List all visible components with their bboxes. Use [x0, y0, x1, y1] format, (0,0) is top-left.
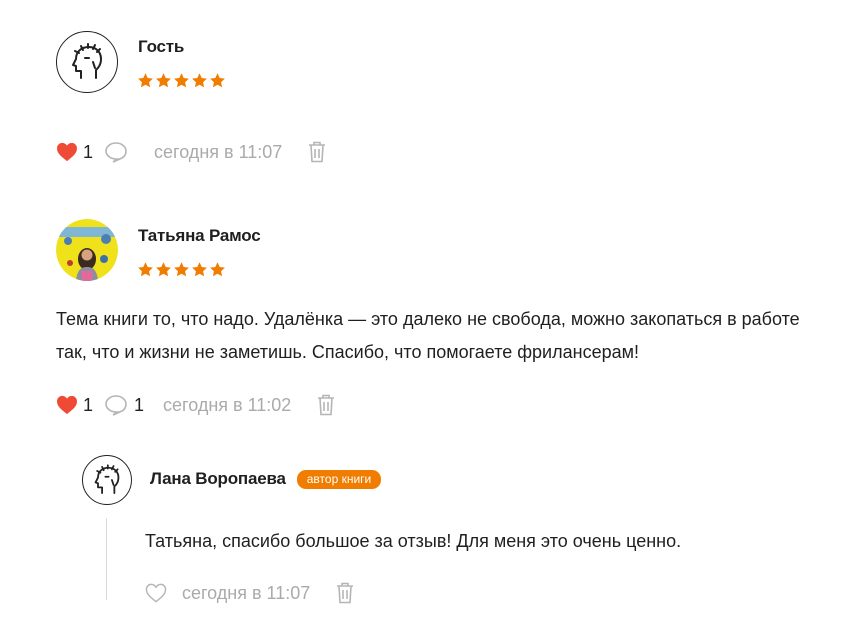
- comment-text-line: Тема книги то, что надо. Удалёнка — это …: [56, 309, 800, 329]
- like-button[interactable]: [145, 583, 167, 603]
- like-button[interactable]: [56, 395, 78, 415]
- delete-button[interactable]: [308, 141, 326, 163]
- reply-count: 1: [134, 394, 145, 415]
- thread-line: [106, 518, 107, 600]
- like-button[interactable]: [56, 142, 78, 162]
- user-photo: [56, 219, 118, 281]
- speech-bubble-icon: [105, 142, 127, 163]
- author-name[interactable]: Лана Воропаева: [150, 469, 286, 489]
- author-badge: автор книги: [296, 469, 382, 489]
- avatar[interactable]: [56, 219, 118, 281]
- avatar[interactable]: [56, 31, 118, 93]
- heart-filled-icon: [57, 395, 77, 415]
- author-name[interactable]: Гость: [138, 37, 184, 57]
- heart-filled-icon: [57, 142, 77, 162]
- comment-actions: 1 1 сегодня в 11:02: [56, 392, 335, 418]
- like-count: 1: [83, 394, 94, 415]
- reply-button[interactable]: [104, 394, 128, 416]
- speech-bubble-icon: [105, 395, 127, 416]
- trash-icon: [337, 582, 354, 604]
- reply-text: Татьяна, спасибо большое за отзыв! Для м…: [145, 531, 682, 551]
- star-icon: [192, 73, 207, 88]
- comment-actions: 1 сегодня в 11:07: [56, 139, 326, 165]
- star-icon: [138, 73, 153, 88]
- rating-stars: [137, 72, 226, 89]
- delete-button[interactable]: [317, 394, 335, 416]
- star-icon: [138, 262, 153, 277]
- comment-text: Тема книги то, что надо. Удалёнка — это …: [56, 303, 856, 369]
- star-icon: [174, 73, 189, 88]
- trash-icon: [318, 394, 335, 416]
- author-name[interactable]: Татьяна Рамос: [138, 226, 261, 246]
- comment-text-line: так, что и жизни не заметишь. Спасибо, ч…: [56, 342, 639, 362]
- timestamp: сегодня в 11:02: [163, 394, 292, 415]
- reply-actions: сегодня в 11:07: [145, 580, 354, 606]
- avatar[interactable]: [82, 455, 132, 505]
- timestamp: сегодня в 11:07: [154, 141, 283, 162]
- delete-button[interactable]: [336, 582, 354, 604]
- like-count: 1: [83, 141, 94, 162]
- star-icon: [156, 262, 171, 277]
- star-icon: [210, 73, 225, 88]
- reply-header: Лана Воропаева автор книги: [150, 469, 382, 489]
- rating-stars: [137, 261, 226, 278]
- trash-icon: [309, 141, 326, 163]
- star-icon: [156, 73, 171, 88]
- reply-button[interactable]: [104, 141, 128, 163]
- guest-laurel-head-icon: [72, 43, 102, 79]
- timestamp: сегодня в 11:07: [182, 582, 311, 603]
- guest-laurel-head-icon: [94, 464, 120, 494]
- star-icon: [210, 262, 225, 277]
- heart-outline-icon: [145, 583, 167, 603]
- star-icon: [192, 262, 207, 277]
- star-icon: [174, 262, 189, 277]
